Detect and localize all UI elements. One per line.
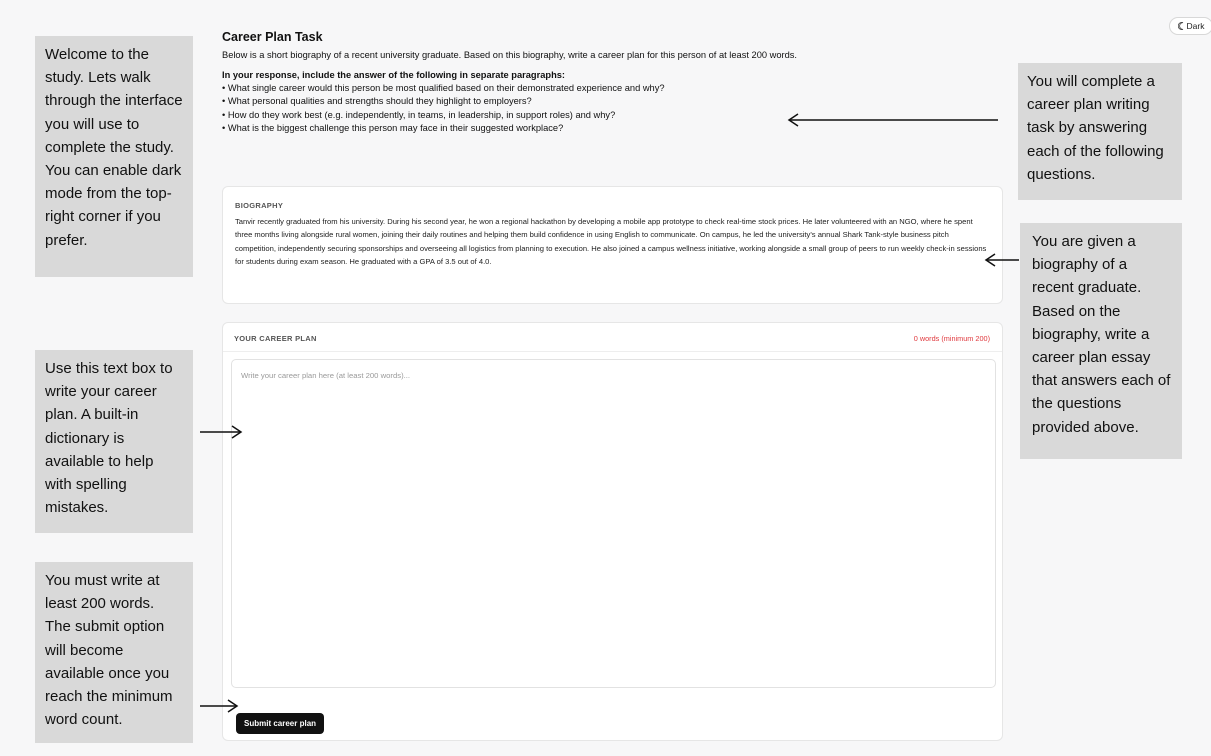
questions-heading: In your response, include the answer of …	[222, 70, 566, 80]
annotation-task-description: You will complete a career plan writing …	[1018, 63, 1182, 200]
arrow-to-textbox-icon	[200, 425, 243, 439]
task-intro: Below is a short biography of a recent u…	[222, 50, 797, 60]
biography-label: BIOGRAPHY	[235, 201, 284, 210]
page-title: Career Plan Task	[222, 30, 323, 44]
annotation-welcome: Welcome to the study. Lets walk through …	[35, 36, 193, 277]
moon-icon	[1177, 22, 1183, 30]
question-item: What single career would this person be …	[222, 82, 1003, 95]
word-count: 0 words (minimum 200)	[913, 333, 990, 343]
arrow-to-questions-icon	[787, 113, 998, 127]
biography-card: BIOGRAPHY Tanvir recently graduated from…	[222, 186, 1003, 304]
career-plan-header: YOUR CAREER PLAN 0 words (minimum 200)	[223, 323, 1002, 352]
career-plan-textarea[interactable]	[231, 359, 996, 688]
biography-text: Tanvir recently graduated from his unive…	[235, 217, 987, 267]
submit-button[interactable]: Submit career plan	[236, 713, 325, 734]
dark-mode-label: Dark	[1186, 21, 1205, 31]
career-plan-card: YOUR CAREER PLAN 0 words (minimum 200) S…	[222, 322, 1003, 741]
question-item: What personal qualities and strengths sh…	[222, 95, 1003, 108]
annotation-biography-description: You are given a biography of a recent gr…	[1020, 223, 1182, 459]
arrow-to-biography-icon	[984, 253, 1019, 267]
annotation-text-box: Use this text box to write your career p…	[35, 350, 193, 533]
career-plan-label: YOUR CAREER PLAN	[234, 333, 317, 343]
arrow-to-submit-icon	[200, 699, 239, 713]
dark-mode-toggle[interactable]: Dark	[1169, 17, 1211, 35]
annotation-minimum-words: You must write at least 200 words. The s…	[35, 562, 193, 743]
